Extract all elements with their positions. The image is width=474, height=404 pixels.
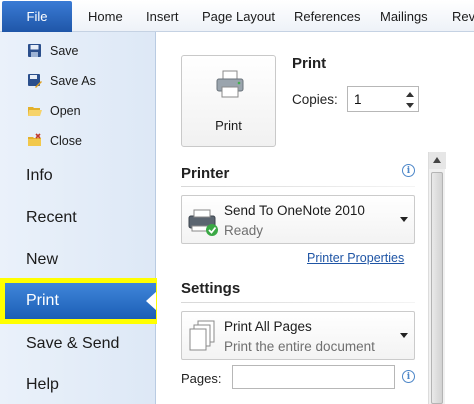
nav-save-and-send[interactable]: Save & Send [0,326,156,362]
print-pages-option: Print All Pages [224,319,312,334]
spin-down-icon[interactable] [406,103,414,108]
nav-open-label: Open [50,104,81,118]
print-pages-description: Print the entire document [224,339,375,354]
copies-stepper[interactable]: 1 [347,86,419,112]
chevron-down-icon [400,217,408,222]
save-as-icon [28,74,42,88]
tab-references[interactable]: References [294,9,360,24]
pages-icon [189,320,215,351]
printer-icon [216,70,244,98]
nav-open[interactable]: Open [0,98,156,124]
copies-spinner[interactable] [405,89,415,111]
tab-page-layout[interactable]: Page Layout [202,9,275,24]
print-backstage-content: Print Print Copies: 1 Printer i Send To … [157,32,474,404]
settings-divider [181,302,415,303]
printer-status: Ready [224,223,264,238]
backstage-nav: Save Save As Open Close Info Recent New … [0,32,157,404]
nav-info[interactable]: Info [0,158,156,194]
nav-new-label: New [26,251,59,268]
nav-print-label: Print [26,292,59,309]
tab-mailings[interactable]: Mailings [380,9,428,24]
nav-recent[interactable]: Recent [0,200,156,236]
nav-print[interactable]: Print [0,283,157,319]
printer-ready-icon [188,209,218,236]
printer-divider [181,186,415,187]
vertical-scrollbar[interactable] [428,152,446,404]
printer-heading: Printer [181,165,230,182]
nav-help-label: Help [26,376,59,393]
tab-file[interactable]: File [2,1,72,32]
save-icon [28,44,41,57]
scroll-up-button[interactable] [429,152,446,169]
copies-value: 1 [354,92,362,107]
nav-new[interactable]: New [0,242,156,278]
pages-info-icon[interactable]: i [402,370,415,383]
spin-up-icon[interactable] [406,92,414,97]
nav-help[interactable]: Help [0,367,156,403]
printer-dropdown[interactable]: Send To OneNote 2010 Ready [181,195,415,244]
printer-properties-link[interactable]: Printer Properties [307,251,404,265]
nav-save-as-label: Save As [50,74,96,88]
nav-save[interactable]: Save [0,38,156,64]
pages-label: Pages: [181,371,222,386]
printer-name: Send To OneNote 2010 [224,203,365,218]
pages-input[interactable] [232,365,395,389]
nav-recent-label: Recent [26,209,77,226]
print-button-label: Print [215,118,242,133]
ribbon-tab-bar: File Home Insert Page Layout References … [0,0,474,32]
active-indicator [146,291,157,311]
nav-save-and-send-label: Save & Send [26,335,120,352]
nav-save-label: Save [50,44,79,58]
open-folder-icon [28,107,42,116]
print-button[interactable]: Print [181,55,276,147]
settings-heading: Settings [181,280,241,297]
scroll-thumb[interactable] [431,172,443,404]
tab-review[interactable]: Revi [452,9,474,24]
nav-save-as[interactable]: Save As [0,68,156,94]
nav-close-label: Close [50,134,82,148]
copies-label: Copies: [292,92,338,107]
chevron-down-icon [400,333,408,338]
print-heading: Print [292,55,327,72]
close-folder-icon [28,133,41,146]
print-pages-dropdown[interactable]: Print All Pages Print the entire documen… [181,311,415,360]
tab-insert[interactable]: Insert [146,9,179,24]
tab-home[interactable]: Home [88,9,123,24]
nav-info-label: Info [26,167,53,184]
printer-info-icon[interactable]: i [402,164,415,177]
arrow-up-icon [433,157,441,163]
nav-close[interactable]: Close [0,128,156,154]
